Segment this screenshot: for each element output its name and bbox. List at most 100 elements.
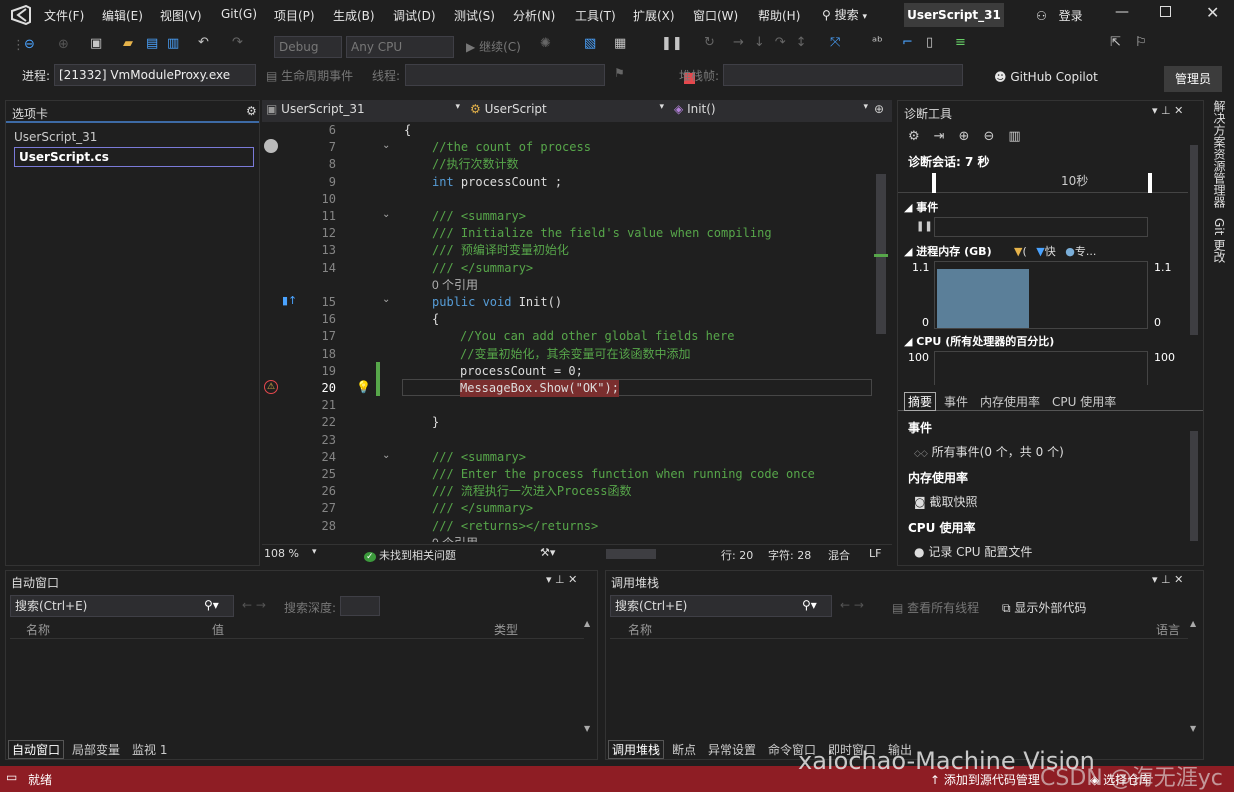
tab-summary[interactable]: 摘要 (904, 392, 937, 411)
code-line[interactable]: //变量初始化，其余变量可在该函数中添加 (460, 346, 690, 363)
side-tab-git[interactable]: Git 更改 (1210, 218, 1228, 263)
external-code-button[interactable]: ⧉ 显示外部代码 (1002, 599, 1086, 616)
thread-select[interactable] (405, 64, 605, 86)
layout-icon[interactable]: ▦ (614, 36, 626, 51)
code-line[interactable]: /// <summary> (432, 449, 526, 466)
save-icon[interactable]: ▤ (146, 36, 158, 51)
code-line[interactable]: //the count of process (432, 139, 591, 156)
menu-window[interactable]: 窗口(W) (693, 7, 738, 24)
cleanup-icon[interactable]: ⚒▾ (540, 546, 555, 559)
timeline-handle-end[interactable] (1148, 173, 1152, 193)
nav-arrows-icon[interactable]: ← → (840, 598, 864, 612)
continue-button[interactable]: ▶ 继续(C) (466, 38, 521, 55)
tab-callstack[interactable]: 调用堆栈 (608, 740, 665, 759)
timeline[interactable]: 10秒 (898, 171, 1188, 193)
menu-analyze[interactable]: 分析(N) (513, 7, 555, 24)
code-line[interactable]: //You can add other global fields here (460, 328, 735, 345)
code-line[interactable]: /// 预编译时变量初始化 (432, 242, 569, 259)
tab-item-file[interactable]: UserScript.cs (14, 147, 254, 167)
code-line[interactable]: /// Initialize the field's value when co… (432, 225, 772, 242)
hot-reload-icon[interactable]: ✺ (540, 36, 551, 51)
menu-edit[interactable]: 编辑(E) (102, 7, 143, 24)
undo-icon[interactable]: ↶ (198, 35, 209, 50)
codelens-reference[interactable]: 0 个引用 (432, 277, 478, 294)
col-type[interactable]: 类型 (494, 621, 518, 638)
new-project-icon[interactable]: ▣ (90, 36, 102, 51)
col-value[interactable]: 值 (212, 621, 224, 638)
issues-status[interactable]: ✓ 未找到相关问题 (364, 547, 456, 563)
panel-menu-icons[interactable]: ▾ ⊥ ✕ (1152, 573, 1183, 586)
nav-arrows-icon[interactable]: ← → (242, 598, 266, 612)
forward-button[interactable]: ⊕ (58, 37, 69, 52)
autos-search-input[interactable]: 搜索(Ctrl+E) (10, 595, 234, 617)
menu-test[interactable]: 测试(S) (454, 7, 495, 24)
code-line[interactable]: /// </summary> (432, 260, 533, 277)
code-line[interactable]: int processCount ; (432, 174, 562, 191)
summary-scroll-thumb[interactable] (1190, 431, 1198, 541)
col-name[interactable]: 名称 (628, 621, 652, 638)
code-line[interactable]: /// </summary> (432, 500, 533, 517)
share-icon[interactable]: ⇱ (1110, 35, 1121, 50)
events-pause-icon[interactable]: ❚❚ (916, 221, 933, 232)
eol-indicator[interactable]: LF (869, 547, 881, 560)
search-icon[interactable]: ⚲▾ (802, 598, 817, 612)
code-line[interactable]: { (404, 122, 411, 139)
zoom-select[interactable]: 108 % (264, 547, 299, 560)
tab-memory[interactable]: 内存使用率 (980, 393, 1040, 410)
redo-icon[interactable]: ↷ (232, 35, 243, 50)
fold-marker[interactable]: ⌄ (382, 294, 390, 305)
code-line[interactable]: MessageBox.Show("OK"); (460, 380, 619, 398)
all-threads-button[interactable]: ▤ 查看所有线程 (892, 599, 979, 616)
h-scroll-thumb[interactable] (606, 549, 656, 559)
menu-tools[interactable]: 工具(T) (575, 7, 616, 24)
restart-icon[interactable]: ↻ (704, 35, 715, 50)
record-cpu-link[interactable]: ● 记录 CPU 配置文件 (914, 543, 1032, 560)
panel-menu-icons[interactable]: ▾ ⊥ ✕ (546, 573, 577, 586)
minimize-button[interactable]: — (1115, 4, 1129, 20)
code-line[interactable]: //执行次数计数 (432, 156, 518, 173)
platform-select[interactable]: Any CPU (346, 36, 454, 58)
config-select[interactable]: Debug (274, 36, 342, 58)
back-button[interactable]: ⊖ (24, 37, 35, 52)
menu-help[interactable]: 帮助(H) (758, 7, 800, 24)
tab-cpu[interactable]: CPU 使用率 (1052, 393, 1116, 410)
all-events-link[interactable]: ◇◇ 所有事件(0 个，共 0 个) (914, 443, 1064, 460)
pause-icon[interactable]: ❚❚ (661, 36, 683, 51)
feedback-icon[interactable]: ⚐ (1135, 35, 1147, 50)
browser-link-icon[interactable]: ▧ (584, 36, 596, 51)
close-button[interactable]: ✕ (1206, 3, 1219, 22)
code-line[interactable]: public void Init() (432, 294, 562, 311)
menu-build[interactable]: 生成(B) (333, 7, 375, 24)
fold-marker[interactable]: ⌄ (382, 209, 390, 220)
nav-project-select[interactable]: ▣ UserScript_31 ▾ (266, 102, 462, 120)
autos-scrollbar[interactable]: ▲ ▼ (584, 619, 596, 737)
mixed-indicator[interactable]: 混合 (828, 547, 850, 563)
split-editor-icon[interactable]: ⊕ (874, 102, 884, 116)
indent-icon[interactable]: ≡ (955, 35, 966, 50)
side-tab-solution[interactable]: 解决方案资源管理器 (1210, 100, 1228, 208)
nav-member-select[interactable]: ◈ Init() ▾ (674, 102, 870, 120)
search-icon[interactable]: ⚲▾ (204, 598, 219, 612)
stack-select[interactable] (723, 64, 963, 86)
search-depth-select[interactable] (340, 596, 380, 616)
code-line[interactable]: processCount = 0; (460, 363, 583, 380)
codelens-reference[interactable]: 0 个引用 (432, 535, 478, 542)
lightbulb-icon[interactable]: 💡 (356, 380, 371, 394)
tab-autos[interactable]: 自动窗口 (8, 740, 65, 759)
col-indicator[interactable]: 字符: 28 (768, 547, 811, 563)
code-line[interactable]: /// Enter the process function when runn… (432, 466, 815, 483)
bookmark-icon[interactable]: ▯ (926, 35, 933, 50)
menu-git[interactable]: Git(G) (221, 7, 257, 21)
code-line[interactable]: /// 流程执行一次进入Process函数 (432, 483, 631, 500)
tab-breakpoints[interactable]: 断点 (672, 741, 696, 758)
login-button[interactable]: ⚇ 登录 (1036, 7, 1083, 24)
code-line[interactable]: } (432, 414, 439, 431)
fold-marker[interactable]: ⌄ (382, 140, 390, 151)
panel-menu-icons[interactable]: ▾ ⊥ ✕ (1152, 104, 1183, 117)
menu-view[interactable]: 视图(V) (160, 7, 202, 24)
tab-item-project[interactable]: UserScript_31 (14, 130, 97, 144)
save-all-icon[interactable]: ▥ (167, 36, 179, 51)
vertical-scrollbar[interactable] (874, 124, 888, 544)
breakpoint-icon[interactable]: ⤧ (830, 35, 840, 50)
open-folder-icon[interactable]: ▰ (123, 36, 133, 51)
